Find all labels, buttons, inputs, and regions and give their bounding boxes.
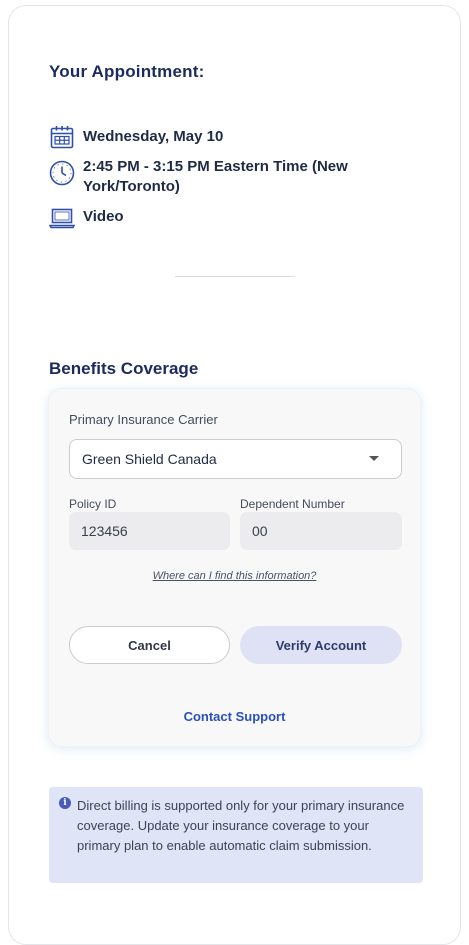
carrier-select[interactable]: Green Shield Canada <box>69 439 402 479</box>
policy-id-input[interactable]: 123456 <box>69 512 230 550</box>
appointment-date-row: Wednesday, May 10 <box>49 124 223 150</box>
appointment-date: Wednesday, May 10 <box>83 128 224 145</box>
calendar-icon <box>49 124 75 150</box>
appointment-time-row: 2:45 PM - 3:15 PM Eastern Time (New York… <box>49 157 351 197</box>
appointment-time: 2:45 PM - 3:15 PM Eastern Time (New York… <box>83 158 348 195</box>
laptop-icon <box>49 205 75 231</box>
contact-support-link[interactable]: Contact Support <box>49 709 420 724</box>
chevron-down-icon <box>369 456 379 461</box>
appointment-mode-row: Video <box>49 205 124 231</box>
dependent-number-label: Dependent Number <box>240 497 345 511</box>
dependent-number-input[interactable]: 00 <box>240 512 402 550</box>
carrier-selected-value: Green Shield Canada <box>82 451 217 467</box>
benefits-panel: Primary Insurance Carrier Green Shield C… <box>48 388 421 747</box>
clock-icon <box>49 160 75 186</box>
verify-account-button[interactable]: Verify Account <box>240 626 402 664</box>
info-icon: i <box>59 797 71 809</box>
appointment-mode: Video <box>83 208 124 225</box>
benefits-title: Benefits Coverage <box>49 359 199 378</box>
cancel-button[interactable]: Cancel <box>69 626 230 664</box>
appointment-title: Your Appointment: <box>49 62 205 81</box>
direct-billing-notice: i Direct billing is supported only for y… <box>49 787 423 883</box>
policy-id-label: Policy ID <box>69 497 117 511</box>
find-information-link[interactable]: Where can I find this information? <box>49 570 420 582</box>
carrier-label: Primary Insurance Carrier <box>69 412 218 427</box>
section-divider <box>175 276 295 277</box>
notice-text: Direct billing is supported only for you… <box>77 798 405 853</box>
